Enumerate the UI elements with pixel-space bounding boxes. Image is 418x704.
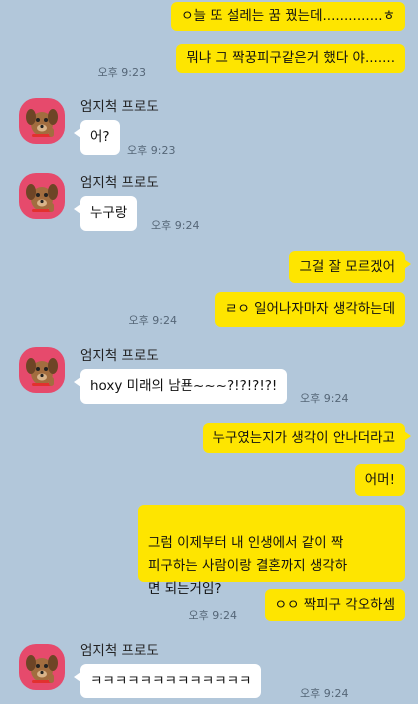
message-text: 그걸 잘 모르겠어	[299, 259, 395, 275]
message-text: 누구였는지가 생각이 안나더라고	[212, 430, 395, 446]
contact-name: 엄지척 프로도	[80, 99, 159, 115]
message-text: ㅇㅇ 짝피구 각오하셈	[274, 597, 395, 613]
contact-name: 엄지척 프로도	[80, 348, 159, 364]
dog-character-icon	[26, 358, 58, 386]
my-message-bubble[interactable]: 그럼 이제부터 내 인생에서 같이 짝 피구하는 사람이랑 결혼까지 생각하 면…	[138, 505, 405, 597]
my-message-bubble[interactable]: 뭐냐 그 짝꿍피구같은거 했다 야.......	[176, 44, 405, 73]
message-text: ㅋㅋㅋㅋㅋㅋㅋㅋㅋㅋㅋㅋㅋ	[90, 673, 252, 689]
their-message-bubble[interactable]: 어?	[74, 120, 120, 155]
message-text: 뭐냐 그 짝꿍피구같은거 했다 야.......	[186, 50, 395, 66]
message-time: 오후 9:24	[151, 219, 200, 232]
message-text: ㅇ늘 또 설레는 꿈 꿨는데..............ㅎ	[181, 8, 395, 24]
contact-avatar[interactable]	[19, 644, 65, 690]
message-text: hoxy 미래의 남푠~~~?!?!?!?!	[90, 378, 278, 394]
dog-character-icon	[26, 655, 58, 683]
my-message-bubble[interactable]: 그걸 잘 모르겠어	[289, 251, 411, 283]
message-time: 오후 9:24	[188, 609, 237, 622]
contact-avatar[interactable]	[19, 347, 65, 393]
dog-character-icon	[26, 109, 58, 137]
my-message-bubble[interactable]: ㅇ늘 또 설레는 꿈 꿨는데..............ㅎ	[171, 2, 405, 31]
message-time: 오후 9:24	[300, 392, 349, 405]
message-time: 오후 9:24	[128, 314, 177, 327]
my-message-bubble[interactable]: ㅇㅇ 짝피구 각오하셈	[264, 589, 405, 621]
chat-room[interactable]: ㅇ늘 또 설레는 꿈 꿨는데..............ㅎ 오후 9:23 뭐냐…	[0, 0, 418, 704]
dog-character-icon	[26, 184, 58, 212]
contact-name: 엄지척 프로도	[80, 643, 159, 659]
message-text: 누구랑	[90, 205, 128, 221]
my-message-bubble[interactable]: 누구였는지가 생각이 안나더라고	[202, 423, 412, 453]
message-text: 어머!	[364, 472, 395, 488]
message-text: 어?	[90, 129, 110, 145]
message-text: ㄹㅇ 일어나자마자 생각하는데	[224, 301, 395, 317]
message-text: 그럼 이제부터 내 인생에서 같이 짝 피구하는 사람이랑 결혼까지 생각하 면…	[148, 535, 348, 597]
my-message-bubble[interactable]: ㄹㅇ 일어나자마자 생각하는데	[214, 292, 405, 327]
their-message-bubble[interactable]: 누구랑	[73, 196, 138, 231]
message-time: 오후 9:23	[97, 66, 146, 79]
message-time: 오후 9:24	[300, 687, 349, 700]
their-message-bubble[interactable]: hoxy 미래의 남푠~~~?!?!?!?!	[73, 369, 288, 404]
contact-name: 엄지척 프로도	[80, 175, 159, 191]
contact-avatar[interactable]	[19, 173, 65, 219]
their-message-bubble[interactable]: ㅋㅋㅋㅋㅋㅋㅋㅋㅋㅋㅋㅋㅋ	[73, 664, 262, 698]
message-time: 오후 9:23	[127, 144, 176, 157]
contact-avatar[interactable]	[19, 98, 65, 144]
my-message-bubble[interactable]: 어머!	[354, 464, 405, 496]
